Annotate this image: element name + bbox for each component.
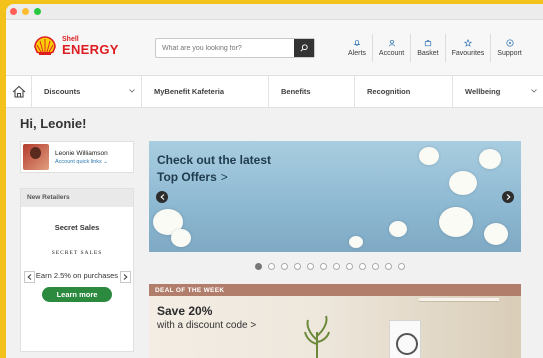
nav-item-label: Benefits xyxy=(281,87,311,96)
chevron-right-icon xyxy=(123,274,128,280)
hero-heading-line1: Check out the latest xyxy=(157,153,272,167)
carousel-prev-button[interactable] xyxy=(156,191,168,203)
basket-icon xyxy=(424,40,432,47)
retailer-earn-rate: Earn 2.5% on purchases xyxy=(35,271,119,280)
maximize-window-button[interactable] xyxy=(34,8,41,15)
retailer-name: Secret Sales xyxy=(54,223,100,232)
blossom-decoration xyxy=(419,147,439,165)
chevron-down-icon xyxy=(129,88,135,93)
search-bar xyxy=(155,38,315,58)
washing-machine-decoration xyxy=(389,320,421,358)
shell-energy-logo[interactable]: Shell ENERGY xyxy=(34,36,119,56)
carousel-dot[interactable] xyxy=(268,263,275,270)
home-button[interactable] xyxy=(6,75,32,108)
blossom-decoration xyxy=(349,236,363,248)
nav-item-label: Discounts xyxy=(44,87,81,96)
help-icon xyxy=(506,39,514,47)
carousel-pagination xyxy=(255,263,405,270)
plant-decoration xyxy=(304,315,330,358)
bell-icon xyxy=(353,39,361,46)
minimize-window-button[interactable] xyxy=(22,8,29,15)
carousel-dot[interactable] xyxy=(359,263,366,270)
chevron-left-icon xyxy=(27,274,32,280)
home-icon xyxy=(12,85,25,98)
title-bar xyxy=(6,4,543,20)
greeting-heading: Hi, Leonie! xyxy=(20,116,87,131)
close-window-button[interactable] xyxy=(10,8,17,15)
carousel-dot[interactable] xyxy=(372,263,379,270)
carousel-dot[interactable] xyxy=(255,263,262,270)
learn-more-button[interactable]: Learn more xyxy=(42,287,112,302)
nav-item-label: Recognition xyxy=(367,87,411,96)
carousel-dot[interactable] xyxy=(281,263,288,270)
account-quick-links[interactable]: Account quick links ⌄ xyxy=(55,159,108,165)
blossom-decoration xyxy=(171,229,191,247)
account-button[interactable]: Account xyxy=(371,34,410,62)
nav-item-mybenefit-kafeteria[interactable]: MyBenefit Kafeteria xyxy=(142,75,269,108)
basket-label: Basket xyxy=(417,50,439,57)
carousel-dot[interactable] xyxy=(307,263,314,270)
blossom-decoration xyxy=(484,223,508,245)
carousel-dot[interactable] xyxy=(346,263,353,270)
new-retailers-panel: New Retailers Secret Sales SECRET SALES … xyxy=(20,188,134,352)
hero-arrow: > xyxy=(220,170,228,184)
blossom-decoration xyxy=(389,221,407,237)
account-card[interactable]: Leonie Williamson Account quick links ⌄ xyxy=(20,141,134,173)
account-name: Leonie Williamson xyxy=(55,149,108,157)
deal-of-the-week-banner[interactable]: DEAL OF THE WEEK Save 20% with a discoun… xyxy=(149,284,521,358)
brand-energy-text: ENERGY xyxy=(62,42,119,57)
hero-heading-line2-text: Top Offers xyxy=(157,170,217,184)
search-button[interactable] xyxy=(294,39,314,57)
alerts-label: Alerts xyxy=(348,50,366,57)
retailer-next-button[interactable] xyxy=(120,271,131,283)
header-actions: Alerts Account Basket Favourites Support xyxy=(342,34,528,62)
blossom-decoration xyxy=(449,171,477,195)
favourites-label: Favourites xyxy=(451,50,485,57)
main-nav: Discounts MyBenefit Kafeteria Benefits R… xyxy=(6,75,543,108)
deal-headline: Save 20% xyxy=(157,304,213,318)
user-icon xyxy=(388,39,395,47)
avatar xyxy=(23,144,49,170)
alerts-button[interactable]: Alerts xyxy=(342,34,372,62)
support-button[interactable]: Support xyxy=(490,34,528,62)
hero-heading-line2: Top Offers > xyxy=(157,170,228,184)
chevron-right-icon xyxy=(506,194,511,200)
account-label: Account xyxy=(378,50,405,57)
nav-item-recognition[interactable]: Recognition xyxy=(355,75,453,108)
search-input[interactable] xyxy=(156,39,294,57)
carousel-dot[interactable] xyxy=(294,263,301,270)
nav-item-label: Wellbeing xyxy=(465,87,501,96)
favourites-button[interactable]: Favourites xyxy=(444,34,491,62)
retailer-logo[interactable]: SECRET SALES xyxy=(21,250,133,256)
deal-subline: with a discount code > xyxy=(157,320,257,331)
support-label: Support xyxy=(497,50,522,57)
carousel-dot[interactable] xyxy=(320,263,327,270)
shell-pecten-icon xyxy=(34,36,56,55)
search-icon xyxy=(300,44,308,52)
chevron-left-icon xyxy=(159,194,164,200)
shelf-decoration xyxy=(419,298,499,302)
basket-button[interactable]: Basket xyxy=(410,34,444,62)
nav-item-wellbeing[interactable]: Wellbeing xyxy=(453,76,543,108)
blossom-decoration xyxy=(479,149,501,169)
carousel-dot[interactable] xyxy=(385,263,392,270)
nav-item-label: MyBenefit Kafeteria xyxy=(154,87,225,96)
carousel-dot[interactable] xyxy=(398,263,405,270)
new-retailers-title: New Retailers xyxy=(21,189,133,207)
chevron-down-icon xyxy=(531,88,537,93)
top-offers-banner[interactable]: Check out the latest Top Offers > xyxy=(149,141,521,252)
site-header: Shell ENERGY Alerts Account xyxy=(6,20,543,76)
retailer-prev-button[interactable] xyxy=(24,271,35,283)
deal-badge: DEAL OF THE WEEK xyxy=(149,284,521,296)
nav-item-benefits[interactable]: Benefits xyxy=(269,75,355,108)
nav-item-discounts[interactable]: Discounts xyxy=(32,75,142,108)
star-icon xyxy=(463,39,472,47)
carousel-dot[interactable] xyxy=(333,263,340,270)
carousel-next-button[interactable] xyxy=(502,191,514,203)
blossom-decoration xyxy=(439,207,473,237)
